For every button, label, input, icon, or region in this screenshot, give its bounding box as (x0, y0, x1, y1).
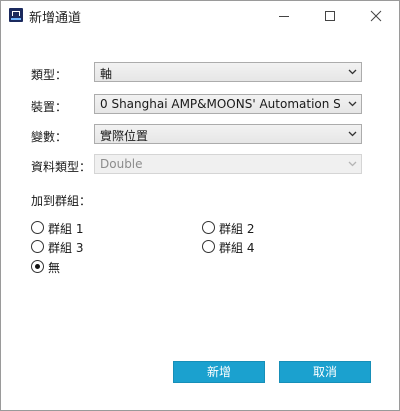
variable-select[interactable]: 實際位置 (94, 124, 362, 144)
radio-label: 群組 3 (48, 241, 84, 255)
add-button[interactable]: 新增 (173, 361, 265, 383)
datatype-label: 資料類型： (31, 160, 92, 174)
minimize-button[interactable] (261, 1, 307, 31)
radio-button-selected[interactable] (31, 260, 44, 273)
variable-select-value: 實際位置 (100, 129, 149, 143)
device-select-value: 0 Shanghai AMP&MOONS' Automation STF06-E… (100, 97, 340, 111)
radio-label: 無 (48, 261, 61, 275)
type-label: 類型： (31, 68, 68, 82)
app-icon (9, 8, 23, 22)
maximize-button[interactable] (307, 1, 353, 31)
radio-button[interactable] (202, 240, 215, 253)
datatype-select-value: Double (100, 157, 143, 171)
radio-button[interactable] (31, 221, 44, 234)
radio-label: 群組 2 (219, 222, 255, 236)
maximize-icon (325, 11, 335, 21)
add-channel-dialog: 新增通道 類型： 軸 裝置： 0 Shanghai AMP&MOONS' Aut… (0, 0, 400, 411)
group-title: 加到群組： (31, 194, 92, 208)
window-title: 新增通道 (29, 11, 82, 26)
variable-label: 變數： (31, 130, 68, 144)
close-button[interactable] (353, 1, 399, 31)
title-bar[interactable]: 新增通道 (1, 1, 399, 31)
datatype-select: Double (94, 154, 362, 174)
type-select-value: 軸 (100, 67, 113, 81)
chevron-down-icon (348, 69, 357, 75)
radio-button[interactable] (31, 240, 44, 253)
cancel-button[interactable]: 取消 (279, 361, 371, 383)
radio-button[interactable] (202, 221, 215, 234)
chevron-down-icon (348, 101, 357, 107)
close-icon (370, 10, 382, 22)
minimize-icon (279, 16, 289, 17)
radio-label: 群組 4 (219, 241, 255, 255)
device-select[interactable]: 0 Shanghai AMP&MOONS' Automation STF06-E… (94, 94, 362, 114)
type-select[interactable]: 軸 (94, 62, 362, 82)
chevron-down-icon (348, 131, 357, 137)
chevron-down-icon (348, 161, 357, 167)
radio-label: 群組 1 (48, 222, 84, 236)
device-label: 裝置： (31, 100, 68, 114)
